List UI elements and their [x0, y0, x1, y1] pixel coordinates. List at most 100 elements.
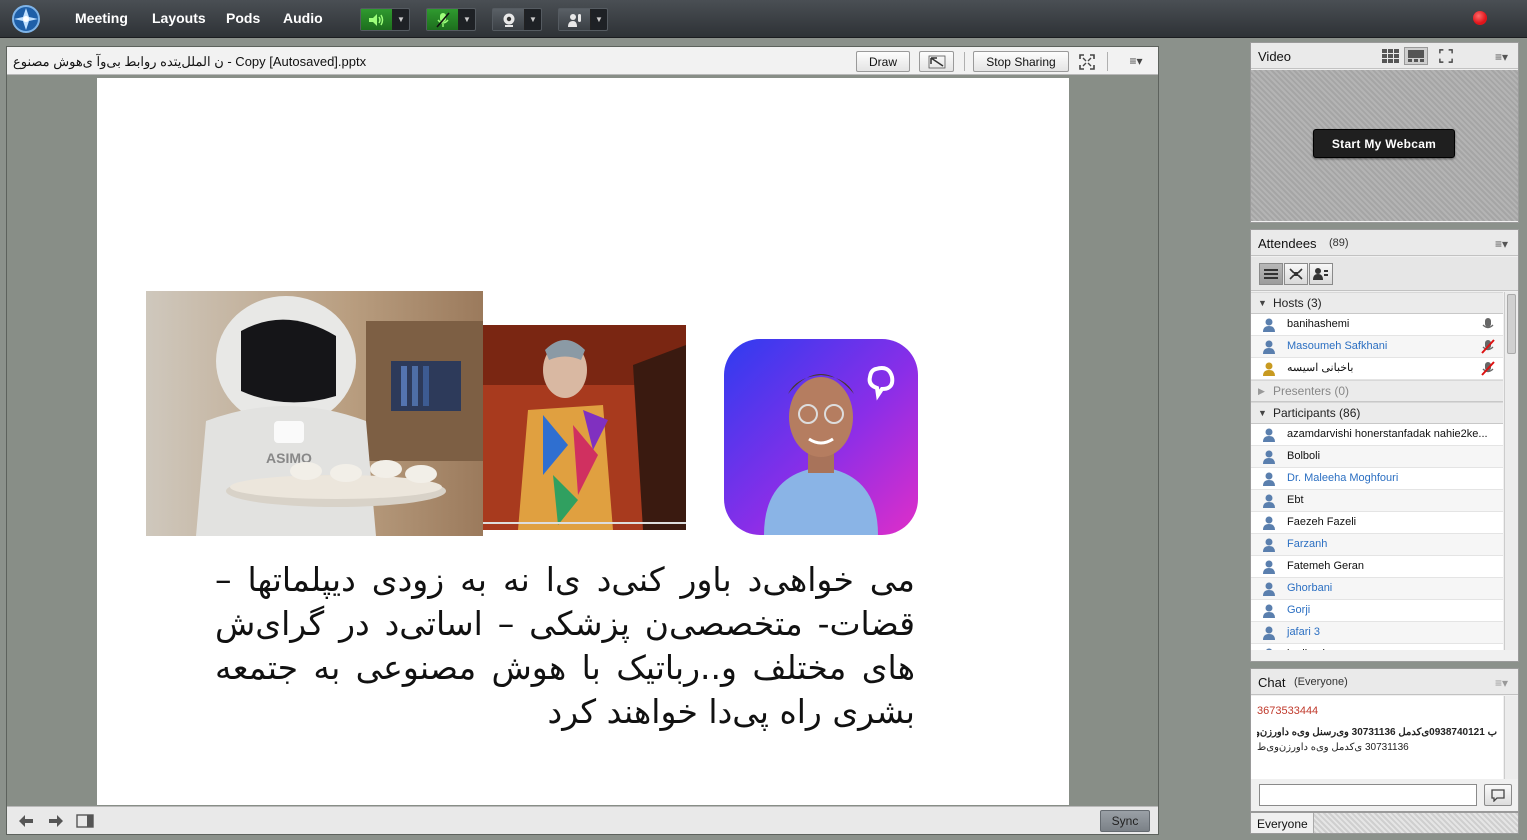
participant-row[interactable]: azamdarvishi honerstanfadak nahie2ke...	[1251, 424, 1503, 446]
chevron-down-icon[interactable]: ▼	[525, 9, 541, 30]
chat-input-area	[1250, 779, 1519, 812]
expand-arrow-icon[interactable]: ▼	[1258, 293, 1267, 314]
user-icon	[1263, 560, 1275, 574]
video-pod-title: Video	[1258, 49, 1292, 64]
presenters-group-header[interactable]: ▶ Presenters (0)	[1251, 380, 1503, 402]
user-icon	[1263, 318, 1275, 332]
attendee-name: kadivari	[1287, 648, 1325, 650]
participant-row[interactable]: Ebt	[1251, 490, 1503, 512]
participant-row[interactable]: jafari 3	[1251, 622, 1503, 644]
grid-view-icon[interactable]	[1379, 47, 1403, 65]
next-slide-icon[interactable]	[47, 813, 65, 829]
participants-group-label: Participants (86)	[1273, 406, 1361, 420]
user-icon	[1263, 582, 1275, 596]
webcam-icon[interactable]	[493, 9, 525, 30]
attendee-name: jafari 3	[1287, 626, 1321, 638]
pod-options-menu-icon[interactable]: ≡▾	[1125, 54, 1147, 68]
recording-indicator-icon[interactable]	[1473, 11, 1487, 25]
speaker-control[interactable]: ▼	[360, 8, 410, 31]
attendee-name: Ebt	[1287, 494, 1304, 506]
toolbar-divider	[964, 52, 965, 71]
microphone-muted-icon	[1481, 339, 1495, 354]
scrollbar-thumb[interactable]	[1507, 294, 1516, 354]
user-icon	[1263, 340, 1275, 354]
speech-bubble-icon	[1491, 789, 1505, 802]
slide-body-text: می خواهی‌د باور کنی‌د ی‌ا نه به زودی دیپ…	[215, 560, 915, 731]
host-row[interactable]: باخبانی اسیسه	[1251, 358, 1503, 380]
hosts-group-label: Hosts (3)	[1273, 296, 1322, 310]
fullscreen-icon[interactable]	[1077, 53, 1097, 71]
participant-row[interactable]: Bolboli	[1251, 446, 1503, 468]
participant-row[interactable]: Gorji	[1251, 600, 1503, 622]
attendee-name: باخبانی اسیسه	[1287, 362, 1354, 374]
chat-recipient-selector[interactable]: Everyone	[1250, 812, 1519, 834]
pointer-tool-button[interactable]	[919, 51, 954, 72]
toolbar-divider	[1107, 52, 1108, 71]
draw-button[interactable]: Draw	[856, 51, 910, 72]
chevron-down-icon[interactable]: ▼	[393, 9, 409, 30]
chat-message: ب 0938740121ی‌کدمل 30731136 وی‌رسنل وی‌ه…	[1257, 727, 1497, 738]
chat-messages: 3673533444 ب 0938740121ی‌کدمل 30731136 و…	[1251, 696, 1503, 781]
stop-sharing-button[interactable]: Stop Sharing	[973, 51, 1069, 72]
top-menu-bar: Meeting Layouts Pods Audio ▼ ▼ ▼ ▼	[0, 0, 1527, 38]
attendee-count: (89)	[1329, 237, 1349, 249]
list-view-icon[interactable]	[1259, 263, 1283, 285]
attendee-name: Gorji	[1287, 604, 1311, 616]
status-control[interactable]: ▼	[558, 8, 608, 31]
attendee-name: Farzanh	[1287, 538, 1328, 550]
user-icon	[1263, 362, 1275, 376]
previous-slide-icon[interactable]	[17, 813, 35, 829]
attendee-name: banihashemi	[1287, 318, 1350, 330]
host-row[interactable]: Masoumeh Safkhani	[1251, 336, 1503, 358]
expand-arrow-icon[interactable]: ▼	[1258, 403, 1267, 424]
status-view-icon[interactable]	[1309, 263, 1333, 285]
chat-scrollbar[interactable]	[1504, 696, 1518, 781]
chevron-down-icon[interactable]: ▼	[591, 9, 607, 30]
chat-message: 30731136 ی‌کدمل وی‌ه داورزن‌وی‌ط	[1257, 742, 1409, 753]
hosts-list: banihashemi Masoumeh Safkhani باخبانی اسیس…	[1251, 314, 1503, 380]
attendee-name: Bolboli	[1287, 450, 1321, 462]
menu-pods[interactable]: Pods	[226, 10, 260, 26]
pod-options-menu-icon[interactable]: ≡▾	[1495, 50, 1508, 64]
host-row[interactable]: banihashemi	[1251, 314, 1503, 336]
participant-row[interactable]: Ghorbani	[1251, 578, 1503, 600]
start-webcam-button[interactable]: Start My Webcam	[1313, 129, 1455, 158]
sync-button[interactable]: Sync	[1100, 810, 1150, 832]
speaker-icon[interactable]	[361, 9, 393, 30]
participant-row[interactable]: Faezeh Fazeli	[1251, 512, 1503, 534]
microphone-icon	[1481, 317, 1495, 332]
collapsed-arrow-icon[interactable]: ▶	[1258, 381, 1265, 402]
filmstrip-view-icon[interactable]	[1404, 47, 1428, 65]
menu-audio[interactable]: Audio	[283, 10, 323, 26]
attendee-name: Dr. Maleeha Moghfouri	[1287, 472, 1399, 484]
user-icon	[1263, 428, 1275, 442]
pod-options-menu-icon[interactable]: ≡▾	[1495, 237, 1508, 251]
chat-scope: (Everyone)	[1294, 676, 1348, 688]
fullscreen-icon[interactable]	[1436, 48, 1456, 64]
chat-message-input[interactable]	[1259, 784, 1477, 806]
participant-row[interactable]: Farzanh	[1251, 534, 1503, 556]
participants-list: azamdarvishi honerstanfadak nahie2ke... B…	[1251, 424, 1503, 650]
pod-options-menu-icon[interactable]: ≡▾	[1495, 676, 1508, 690]
breakout-view-icon[interactable]	[1284, 263, 1308, 285]
participant-row[interactable]: Dr. Maleeha Moghfouri	[1251, 468, 1503, 490]
sidebar-toggle-icon[interactable]	[76, 813, 94, 829]
chat-recipient-dropdown[interactable]	[1313, 813, 1518, 833]
microphone-muted-icon[interactable]	[427, 9, 459, 30]
attendee-list-scrollbar[interactable]	[1504, 292, 1518, 650]
participant-row[interactable]: kadivari	[1251, 644, 1503, 650]
sophia-robot-image	[483, 325, 686, 530]
hosts-group-header[interactable]: ▼ Hosts (3)	[1251, 292, 1503, 314]
attendee-name: Ghorbani	[1287, 582, 1333, 594]
user-icon	[1263, 538, 1275, 552]
webcam-control[interactable]: ▼	[492, 8, 542, 31]
attendees-pod-header: Attendees (89) ≡▾	[1251, 230, 1518, 256]
menu-layouts[interactable]: Layouts	[152, 10, 206, 26]
send-message-button[interactable]	[1484, 784, 1512, 806]
participants-group-header[interactable]: ▼ Participants (86)	[1251, 402, 1503, 424]
chevron-down-icon[interactable]: ▼	[459, 9, 475, 30]
microphone-control[interactable]: ▼	[426, 8, 476, 31]
menu-meeting[interactable]: Meeting	[75, 10, 128, 26]
participant-row[interactable]: Fatemeh Geran	[1251, 556, 1503, 578]
raise-hand-icon[interactable]	[559, 9, 591, 30]
